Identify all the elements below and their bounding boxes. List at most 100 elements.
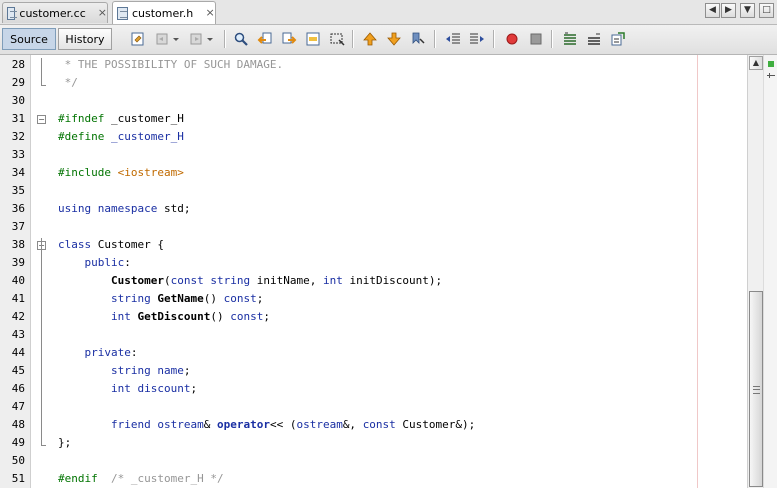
code-token: ; (183, 364, 191, 377)
comment-icon[interactable] (562, 31, 578, 47)
code-token: ostream (157, 418, 204, 431)
back-dropdown-icon[interactable] (172, 31, 180, 47)
scroll-tabs-left-button[interactable]: ◀ (705, 3, 720, 18)
code-token: /* _customer_H */ (111, 472, 224, 485)
next-bookmark-icon[interactable] (386, 31, 402, 47)
toggle-rectangular-selection-icon[interactable] (329, 31, 345, 47)
line-number: 47 (11, 400, 25, 413)
previous-bookmark-icon[interactable] (362, 31, 378, 47)
code-token: _customer_H (104, 112, 184, 125)
code-token: namespace (97, 202, 158, 215)
tab-close-icon[interactable]: × (205, 7, 215, 19)
line-number: 40 (11, 274, 25, 287)
shift-line-left-icon[interactable] (445, 31, 461, 47)
code-line[interactable]: using namespace std; (58, 202, 190, 215)
code-token: : (124, 256, 131, 269)
line-number: 36 (11, 202, 25, 215)
code-line[interactable]: string name; (58, 364, 191, 377)
scroll-up-button[interactable]: ▲ (749, 56, 763, 70)
line-number: 46 (11, 382, 25, 395)
vertical-scrollbar[interactable]: ▲ (747, 55, 764, 488)
line-number: 34 (11, 166, 25, 179)
forward-dropdown-icon[interactable] (206, 31, 214, 47)
code-token: _customer_H (110, 130, 184, 143)
source-view-button[interactable]: Source (2, 28, 56, 50)
code-token: ; (263, 310, 270, 323)
editor-tab-bar: customer.cc × customer.h × ◀ ▶ ▼ □ (0, 0, 777, 25)
code-line[interactable]: * THE POSSIBILITY OF SUCH DAMAGE. (58, 58, 284, 71)
code-token: const (170, 274, 204, 287)
error-stripe[interactable] (763, 55, 777, 488)
line-number: 29 (11, 76, 25, 89)
fold-end-marker (41, 445, 46, 446)
line-number-gutter[interactable]: 28 29 30 31 32 33 34 35 36 37 38 39 40 41 42 43 44 45 46 47… (0, 55, 31, 488)
code-line[interactable]: #define _customer_H (58, 130, 184, 143)
code-line[interactable]: */ (58, 76, 78, 89)
fold-collapse-icon[interactable]: − (37, 115, 46, 124)
code-line[interactable]: friend ostream& operator<< (ostream&, co… (58, 418, 475, 431)
code-line[interactable]: public: (58, 256, 131, 269)
scroll-tabs-right-button[interactable]: ▶ (721, 3, 736, 18)
code-token: */ (58, 76, 78, 89)
stop-macro-recording-icon[interactable] (528, 31, 544, 47)
toggle-highlight-search-icon[interactable] (305, 31, 321, 47)
line-number: 39 (11, 256, 25, 269)
show-opened-documents-button[interactable]: ▼ (740, 3, 755, 18)
line-number: 28 (11, 58, 25, 71)
scrollbar-thumb[interactable] (749, 291, 763, 487)
line-number: 37 (11, 220, 25, 233)
code-line[interactable]: #ifndef _customer_H (58, 112, 184, 125)
line-number: 30 (11, 94, 25, 107)
last-edit-icon[interactable] (130, 31, 146, 47)
code-editor[interactable]: * THE POSSIBILITY OF SUCH DAMAGE. */ #ifn… (51, 55, 747, 488)
code-token: ostream (296, 418, 343, 431)
code-token: string (110, 292, 151, 305)
code-line[interactable]: #endif /* _customer_H */ (58, 472, 224, 485)
line-number: 32 (11, 130, 25, 143)
code-line[interactable]: int GetDiscount() const; (58, 310, 270, 323)
thumb-grip-icon (753, 386, 760, 394)
code-line[interactable]: class Customer { (58, 238, 164, 251)
line-number: 43 (11, 328, 25, 341)
line-number: 49 (11, 436, 25, 449)
code-line[interactable]: }; (58, 436, 71, 449)
tab-customer-cc[interactable]: customer.cc × (2, 2, 108, 23)
code-token: name (157, 364, 184, 377)
code-line[interactable]: Customer(const string initName, int init… (58, 274, 442, 287)
code-token: << ( (269, 418, 297, 431)
code-line[interactable]: private: (58, 346, 138, 359)
line-number: 31 (11, 112, 25, 125)
fold-end-marker (41, 85, 46, 86)
code-token: * THE POSSIBILITY OF SUCH DAMAGE. (58, 58, 284, 71)
code-line[interactable]: int discount; (58, 382, 197, 395)
code-line[interactable]: string GetName() const; (58, 292, 263, 305)
tab-close-icon[interactable]: × (98, 7, 107, 19)
caret-position-marker-icon (767, 73, 775, 78)
find-previous-icon[interactable] (257, 31, 273, 47)
start-macro-recording-icon[interactable] (504, 31, 520, 47)
code-token: #define (58, 130, 105, 143)
uncomment-icon[interactable] (586, 31, 602, 47)
code-token: class (58, 238, 92, 251)
code-token: GetDiscount (137, 310, 211, 323)
toggle-bookmark-icon[interactable] (410, 31, 426, 47)
code-token: #ifndef (58, 112, 105, 125)
tab-customer-h[interactable]: customer.h × (112, 1, 216, 24)
code-token: using (58, 202, 92, 215)
line-number: 45 (11, 364, 25, 377)
format-code-icon[interactable] (610, 31, 626, 47)
code-token: const (230, 310, 264, 323)
code-line[interactable]: #include <iostream> (58, 166, 184, 179)
shift-line-right-icon[interactable] (469, 31, 485, 47)
maximize-window-button[interactable]: □ (759, 3, 774, 18)
history-view-button[interactable]: History (58, 28, 112, 50)
find-selection-icon[interactable] (233, 31, 249, 47)
forward-icon[interactable] (188, 31, 204, 47)
line-number: 44 (11, 346, 25, 359)
back-icon[interactable] (154, 31, 170, 47)
find-next-icon[interactable] (281, 31, 297, 47)
